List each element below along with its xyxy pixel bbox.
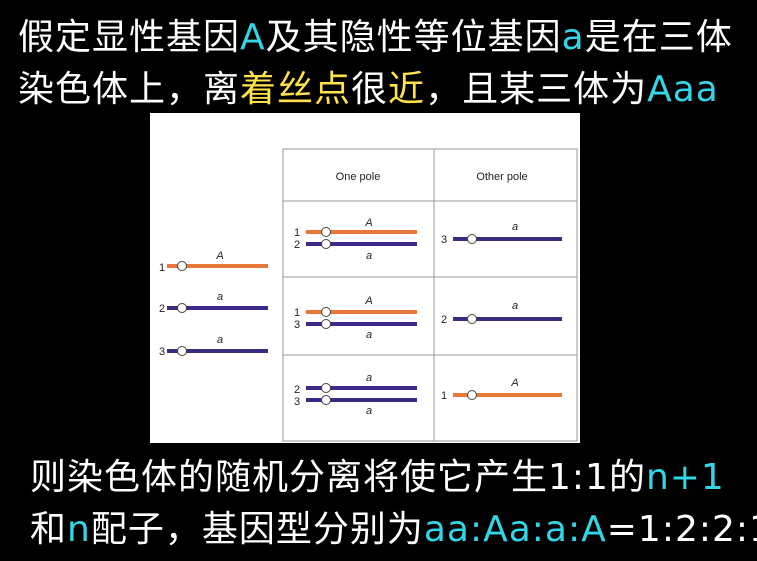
gene-label: A [364, 217, 372, 229]
text-seg: 很 [351, 69, 389, 110]
text-seg: ，且某三体为 [425, 69, 648, 110]
chromosome-number: 2 [159, 303, 165, 315]
gene-label: a [366, 250, 372, 262]
highlight-centromere: 着丝点 [240, 69, 352, 110]
chromosome-2: a 2 [159, 291, 268, 315]
statement-line-1: 假定显性基因A及其隐性等位基因a是在三体 [18, 16, 733, 60]
conclusion-line-2: 和n配子，基因型分别为aa:Aa:a:A=1:2:2:1 [30, 508, 757, 552]
row-1-other-pole: a 3 [441, 221, 562, 246]
chromosome-number: 1 [294, 227, 300, 239]
chromosome-number: 3 [159, 346, 165, 358]
chromosome-number: 2 [294, 384, 300, 396]
gene-label: a [512, 221, 518, 233]
gene-label: a [366, 405, 372, 417]
conclusion-line-1: 则染色体的随机分离将使它产生1:1的n+1 [30, 456, 725, 500]
gene-label: a [217, 334, 223, 346]
gene-label: A [510, 377, 518, 389]
genotype-list: aa:Aa:a:A [423, 509, 607, 550]
row-2-other-pole: a 2 [441, 300, 562, 326]
statement-line-2: 染色体上，离着丝点很近，且某三体为Aaa [18, 68, 719, 112]
genotype-aaa: Aaa [647, 69, 719, 110]
text-seg: 是在三体 [584, 17, 733, 58]
text-seg: 则染色体的随机分离将使它产生1:1的 [30, 457, 646, 498]
text-seg: 及其隐性等位基因 [265, 17, 562, 58]
header-one-pole: One pole [336, 171, 381, 183]
chromosome-number: 3 [294, 396, 300, 408]
gene-label: a [366, 372, 372, 384]
left-chromosomes: A 1 a 2 a 3 [159, 250, 268, 358]
row-3-one-pole: a 2 3 a [294, 372, 417, 417]
allele-dominant: A [240, 17, 266, 58]
highlight-near: 近 [388, 69, 426, 110]
allele-recessive: a [561, 17, 585, 58]
gamete-n-plus-1: n+1 [645, 457, 725, 498]
row-1-one-pole: A 1 2 a [294, 217, 417, 262]
chromosome-1: A 1 [159, 250, 268, 274]
gene-label: A [364, 295, 372, 307]
trisomy-segregation-diagram: One pole Other pole A 1 a 2 a 3 A 1 2 a … [150, 113, 580, 443]
chromosome-number: 3 [441, 234, 447, 246]
row-2-one-pole: A 1 3 a [294, 295, 417, 341]
gene-label: a [366, 329, 372, 341]
ratio-text: =1:2:2:1 [606, 509, 757, 550]
text-seg: 配子，基因型分别为 [90, 509, 424, 550]
header-other-pole: Other pole [476, 171, 527, 183]
text-seg: 染色体上，离 [18, 69, 241, 110]
chromosome-number: 1 [294, 307, 300, 319]
gene-label: A [215, 250, 223, 262]
text-seg: 假定显性基因 [18, 17, 241, 58]
gene-label: a [512, 300, 518, 312]
row-3-other-pole: A 1 [441, 377, 562, 402]
chromosome-number: 2 [441, 314, 447, 326]
chromosome-number: 1 [159, 262, 165, 274]
gene-label: a [217, 291, 223, 303]
gamete-n: n [67, 509, 91, 550]
chromosome-number: 3 [294, 319, 300, 331]
chromosome-number: 2 [294, 239, 300, 251]
chromosome-number: 1 [441, 390, 447, 402]
text-seg: 和 [30, 509, 68, 550]
chromosome-3: a 3 [159, 334, 268, 358]
